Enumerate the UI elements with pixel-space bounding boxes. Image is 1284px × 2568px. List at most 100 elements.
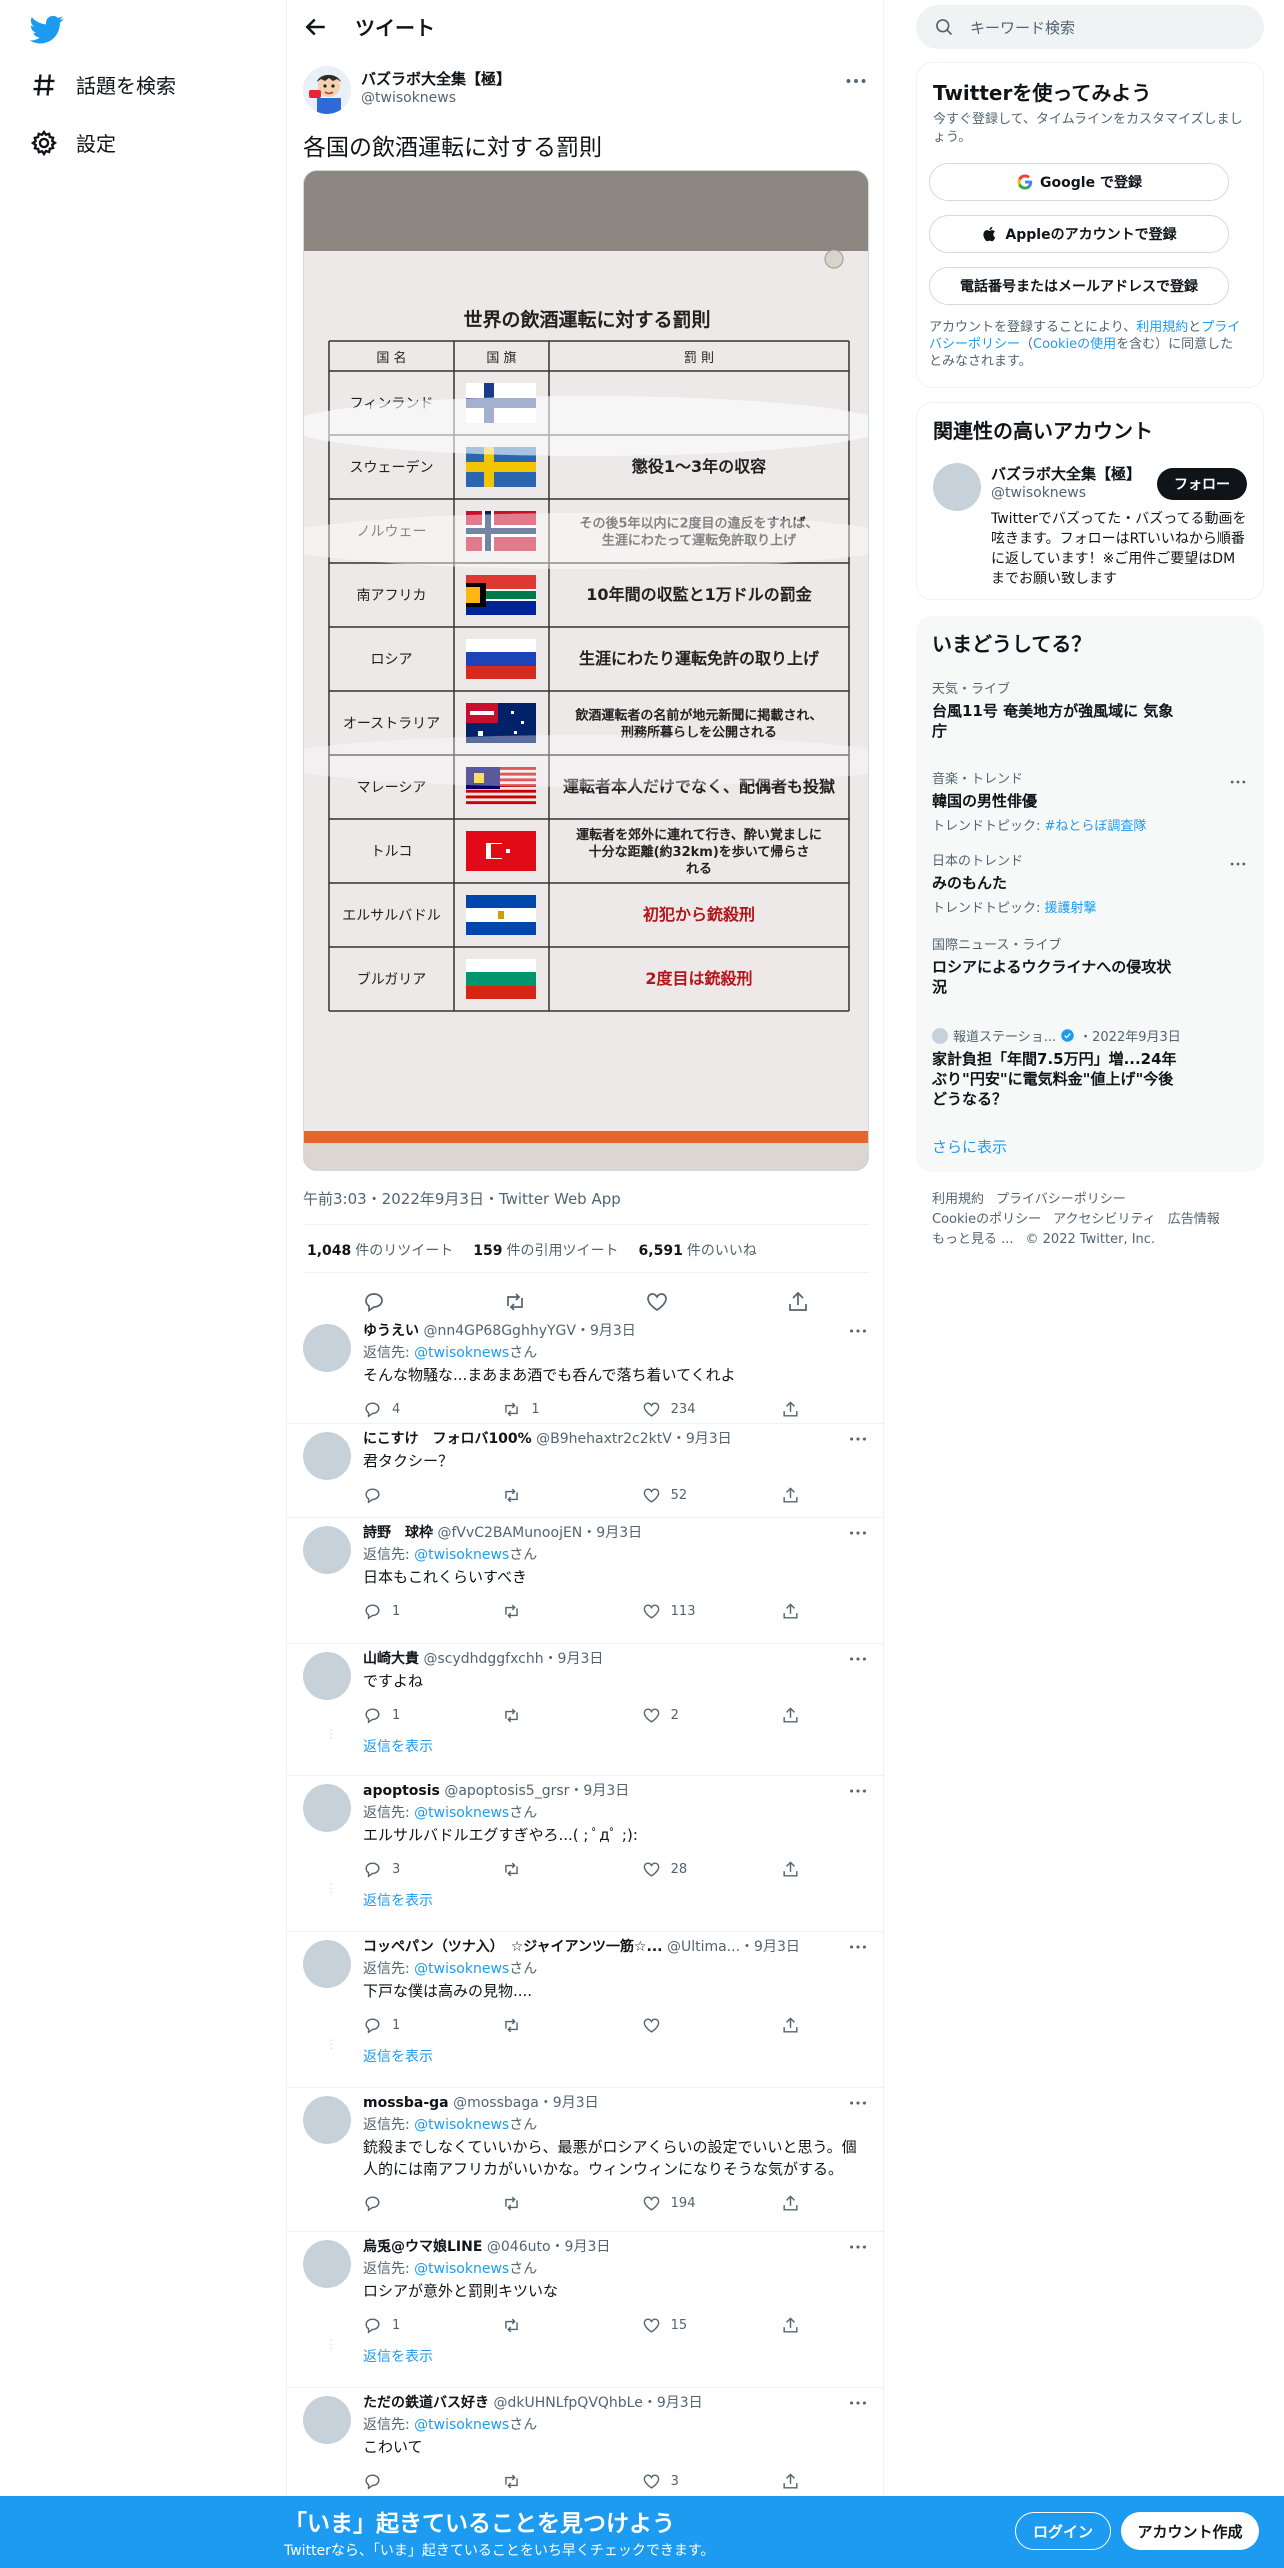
avatar[interactable] <box>303 66 351 114</box>
reply-date[interactable]: ・9月3日 <box>539 2095 599 2111</box>
more-options-icon[interactable] <box>843 68 869 94</box>
author-name[interactable]: バズラボ大全集【極】 <box>361 68 511 89</box>
retweet-button[interactable] <box>502 2016 592 2035</box>
phone-email-signup-button[interactable]: 電話番号またはメールアドレスで登録 <box>929 267 1229 305</box>
reply-button[interactable]: 1 <box>363 2316 453 2335</box>
search-box[interactable]: キーワード検索 <box>916 5 1264 49</box>
nav-settings[interactable]: 設定 <box>30 128 116 157</box>
retweet-button[interactable] <box>502 1860 592 1879</box>
more-options-icon[interactable] <box>1228 854 1248 874</box>
trend-item[interactable]: 天気・ライブ 台風11号 奄美地方が強風域に 気象庁 <box>932 678 1248 741</box>
like-heart-icon[interactable] <box>645 1290 669 1314</box>
replying-to-handle[interactable]: @twisoknews <box>414 1961 509 1977</box>
reply-button[interactable]: 1 <box>363 2016 453 2035</box>
share-button[interactable] <box>781 2316 803 2335</box>
terms-link[interactable]: 利用規約 <box>1136 320 1188 335</box>
reply-author-name[interactable]: にこすけ フォロバ100% <box>363 1431 532 1447</box>
tweet-photo[interactable]: 世界の飲酒運転に対する罰則 国 名国 旗罰 則フィンランドスウェーデン懲役1～3… <box>303 170 869 1171</box>
reply-date[interactable]: ・9月3日 <box>672 1431 732 1447</box>
more-options-icon[interactable] <box>1228 772 1248 792</box>
more-options-icon[interactable] <box>847 2092 869 2114</box>
reply-author-handle[interactable]: @B9hehaxtr2c2ktV <box>536 1431 672 1447</box>
more-options-icon[interactable] <box>847 1320 869 1342</box>
author-handle[interactable]: @twisoknews <box>361 90 456 106</box>
more-options-icon[interactable] <box>847 1428 869 1450</box>
trend-item[interactable]: 音楽・トレンド 韓国の男性俳優 トレンドトピック: #ねとらぼ調査隊 <box>932 768 1248 834</box>
avatar[interactable] <box>303 2396 351 2444</box>
retweet-button[interactable]: 1 <box>502 1400 592 1419</box>
like-button[interactable]: 28 <box>642 1860 732 1879</box>
retweet-button[interactable] <box>502 2472 592 2491</box>
more-options-icon[interactable] <box>847 1522 869 1544</box>
replying-to-handle[interactable]: @twisoknews <box>414 1547 509 1563</box>
reply-tweet[interactable]: 詩野 球枠 @fVvC2BAMunoojEN・9月3日 返信先: @twisokn… <box>287 1518 885 1644</box>
trend-topic-link[interactable]: #ねとらぼ調査隊 <box>1045 819 1147 834</box>
reply-tweet[interactable]: apoptosis @apoptosis5_grsr・9月3日 返信先: @twi… <box>287 1776 885 1932</box>
footer-link[interactable]: プライバシーポリシー <box>996 1192 1126 1207</box>
reply-button[interactable]: 1 <box>363 1706 453 1725</box>
avatar[interactable] <box>303 1940 351 1988</box>
reply-author-name[interactable]: 烏兎@ウマ娘LINE <box>363 2239 482 2255</box>
share-button[interactable] <box>781 2194 803 2213</box>
trend-item[interactable]: 国際ニュース・ライブ ロシアによるウクライナへの侵攻状況 <box>932 934 1248 997</box>
avatar[interactable] <box>303 1652 351 1700</box>
like-button[interactable]: 3 <box>642 2472 732 2491</box>
retweet-button[interactable] <box>502 1486 592 1505</box>
reply-date[interactable]: ・9月3日 <box>551 2239 611 2255</box>
reply-tweet[interactable]: mossba-ga @mossbaga・9月3日 返信先: @twisoknews… <box>287 2088 885 2232</box>
reply-tweet[interactable]: コッペパン（ツナ入） ☆ジャイアンツ一筋☆... @Ultima...・9月3日… <box>287 1932 885 2088</box>
reply-author-name[interactable]: apoptosis <box>363 1783 440 1799</box>
avatar[interactable] <box>303 2096 351 2144</box>
replying-to-handle[interactable]: @twisoknews <box>414 1805 509 1821</box>
footer-more-link[interactable]: もっと見る ... <box>932 1232 1014 1247</box>
reply-author-handle[interactable]: @mossbaga <box>453 2095 539 2111</box>
retweet-button[interactable] <box>502 1602 592 1621</box>
like-button[interactable]: 52 <box>642 1486 732 1505</box>
reply-author-name[interactable]: 山崎大貴 <box>363 1651 419 1667</box>
like-count-link[interactable]: 6,591 件のいいね <box>639 1240 757 1260</box>
avatar[interactable] <box>303 1526 351 1574</box>
reply-tweet[interactable]: にこすけ フォロバ100% @B9hehaxtr2c2ktV・9月3日 君タクシー… <box>287 1424 885 1518</box>
reply-author-handle[interactable]: @dkUHNLfpQVQhbLe <box>493 2395 642 2411</box>
more-options-icon[interactable] <box>847 1936 869 1958</box>
reply-tweet[interactable]: 山崎大貴 @scydhdggfxchh・9月3日 ですよね 1 2 ⋮ 返信を表示 <box>287 1644 885 1776</box>
twitter-logo-icon[interactable] <box>30 12 64 46</box>
reply-tweet[interactable]: 烏兎@ウマ娘LINE @046uto・9月3日 返信先: @twisoknewsさ… <box>287 2232 885 2388</box>
reply-author-handle[interactable]: @Ultima... <box>667 1939 740 1955</box>
reply-tweet[interactable]: ゆうえい @nn4GP68GghhyYGV・9月3日 返信先: @twisokne… <box>287 1316 885 1424</box>
share-button[interactable] <box>781 1860 803 1879</box>
avatar[interactable] <box>303 1324 351 1372</box>
login-button[interactable]: ログイン <box>1015 2512 1111 2550</box>
like-button[interactable]: 194 <box>642 2194 732 2213</box>
show-replies-link[interactable]: 返信を表示 <box>363 2046 433 2066</box>
share-button[interactable] <box>781 2472 803 2491</box>
more-options-icon[interactable] <box>847 1780 869 1802</box>
like-button[interactable]: 113 <box>642 1602 732 1621</box>
retweet-count-link[interactable]: 1,048 件のリツイート <box>307 1240 453 1260</box>
apple-signup-button[interactable]: Appleのアカウントで登録 <box>929 215 1229 253</box>
show-replies-link[interactable]: 返信を表示 <box>363 1890 433 1910</box>
show-replies-link[interactable]: 返信を表示 <box>363 2346 433 2366</box>
share-button[interactable] <box>781 1706 803 1725</box>
like-button[interactable]: 2 <box>642 1706 732 1725</box>
footer-link[interactable]: アクセシビリティ <box>1053 1212 1156 1227</box>
more-options-icon[interactable] <box>847 1648 869 1670</box>
replying-to-handle[interactable]: @twisoknews <box>414 2261 509 2277</box>
search-input[interactable]: キーワード検索 <box>970 17 1075 38</box>
reply-date[interactable]: ・9月3日 <box>576 1323 636 1339</box>
reply-author-name[interactable]: ゆうえい <box>363 1323 419 1339</box>
share-icon[interactable] <box>786 1290 810 1314</box>
more-options-icon[interactable] <box>847 2392 869 2414</box>
footer-link[interactable]: 広告情報 <box>1168 1212 1220 1227</box>
follow-button[interactable]: フォロー <box>1157 468 1247 500</box>
reply-button[interactable] <box>363 2472 453 2491</box>
share-button[interactable] <box>781 2016 803 2035</box>
avatar[interactable] <box>303 1784 351 1832</box>
tweet-meta[interactable]: 午前3:03・2022年9月3日・Twitter Web App <box>303 1188 621 1209</box>
cookie-link[interactable]: Cookieの使用 <box>1033 337 1116 352</box>
replying-to-handle[interactable]: @twisoknews <box>414 2417 509 2433</box>
reply-button[interactable]: 4 <box>363 1400 453 1419</box>
retweet-button[interactable] <box>502 2316 592 2335</box>
retweet-icon[interactable] <box>503 1290 527 1314</box>
quote-count-link[interactable]: 159 件の引用ツイート <box>473 1240 618 1260</box>
